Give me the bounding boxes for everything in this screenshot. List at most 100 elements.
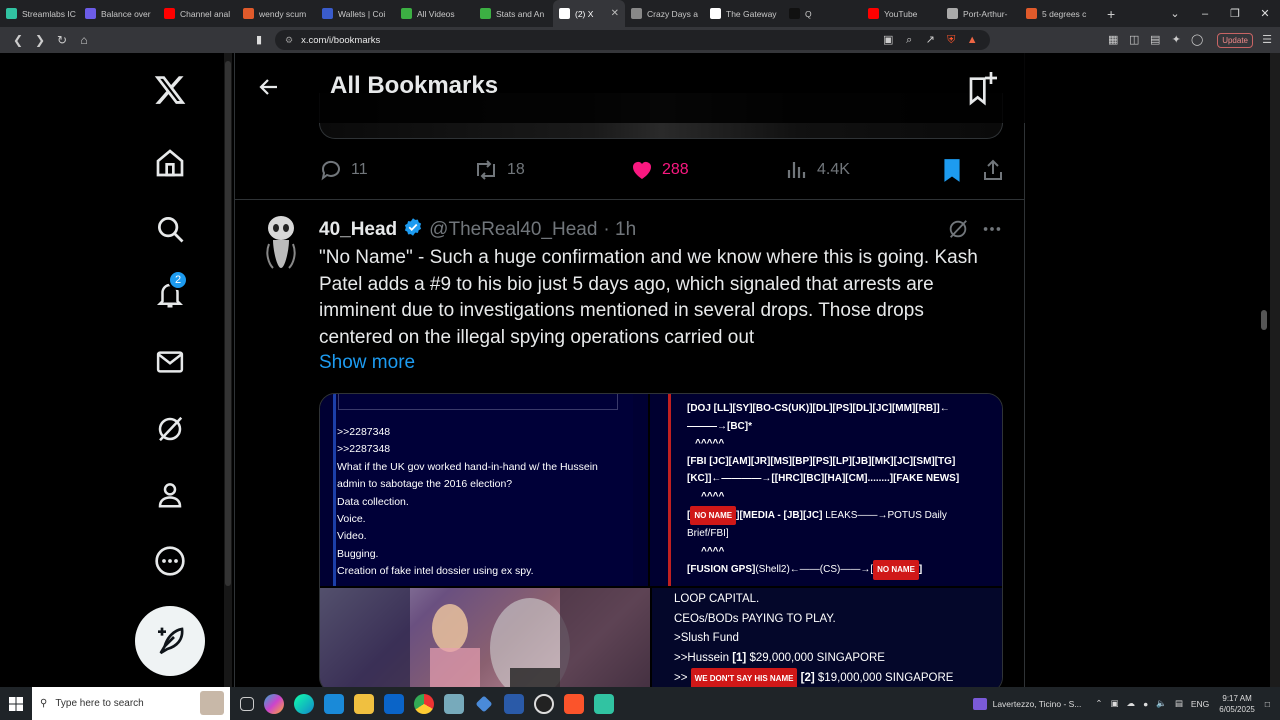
repost-button[interactable]: 18 xyxy=(473,158,525,182)
more-options-icon[interactable] xyxy=(150,541,190,581)
menu-icon[interactable]: ☰ xyxy=(1260,33,1274,47)
tray-cloud-icon[interactable]: ☁ xyxy=(1127,698,1136,709)
browser-tab[interactable]: Wallets | Coi xyxy=(316,0,395,27)
tweet[interactable]: 40_Head @TheReal40_Head · 1h "No Name" -… xyxy=(235,200,1025,687)
add-bookmark-folder-icon[interactable] xyxy=(967,70,999,111)
author-handle[interactable]: @TheReal40_Head xyxy=(429,219,597,241)
messages-mail-icon[interactable] xyxy=(150,342,190,382)
browser-tab[interactable]: (2) X ✕ xyxy=(553,0,625,27)
task-view-icon[interactable] xyxy=(240,696,254,711)
avatar[interactable] xyxy=(261,214,301,270)
word-icon[interactable] xyxy=(504,693,524,714)
tray-chevron-icon[interactable]: ⌃ xyxy=(1095,698,1102,709)
extensions-icon[interactable]: ▦ xyxy=(1106,33,1120,47)
tray-mic-icon[interactable]: ● xyxy=(1143,699,1148,709)
sidebar-toggle-icon[interactable]: ◫ xyxy=(1127,33,1141,47)
x-logo-icon[interactable] xyxy=(150,70,190,110)
browser-tab[interactable]: Stats and An xyxy=(474,0,553,27)
back-icon[interactable]: ❮ xyxy=(8,33,28,47)
notepad-icon[interactable] xyxy=(444,693,464,714)
bookmarked-button[interactable] xyxy=(941,157,963,183)
outlook-icon[interactable] xyxy=(384,693,404,714)
media-2-fragment: ][MEDIA - [JB][JC] xyxy=(736,509,823,521)
profile-icon[interactable] xyxy=(150,475,190,515)
left-scrollbar[interactable] xyxy=(224,53,232,687)
new-tab-icon[interactable]: + xyxy=(1099,6,1123,22)
page-scrollbar[interactable] xyxy=(1258,53,1270,687)
brave-rewards-icon[interactable]: ▲ xyxy=(965,33,979,47)
browser-tab[interactable]: Port-Arthur- xyxy=(941,0,1020,27)
back-arrow-icon[interactable] xyxy=(257,75,281,104)
language-indicator[interactable]: ENG xyxy=(1191,699,1209,709)
tab-close-icon[interactable]: ✕ xyxy=(607,8,619,19)
left-scrollbar-thumb[interactable] xyxy=(225,61,231,586)
file-explorer-icon[interactable] xyxy=(354,693,374,714)
forward-icon[interactable]: ❯ xyxy=(30,33,50,47)
browser-tab[interactable]: Balance over xyxy=(79,0,158,27)
streamlabs-icon[interactable] xyxy=(594,693,614,714)
reload-icon[interactable]: ↻ xyxy=(52,33,72,47)
explore-search-icon[interactable] xyxy=(150,209,190,249)
media-image-3-photo[interactable] xyxy=(320,588,650,687)
brave-icon[interactable] xyxy=(564,693,584,714)
media-4-fragment: >>Hussein xyxy=(674,651,733,664)
weather-text[interactable]: Lavertezzo, Ticino - S... xyxy=(993,699,1082,709)
browser-tab[interactable]: Crazy Days a xyxy=(625,0,704,27)
site-info-icon[interactable]: ⚙ xyxy=(285,35,293,46)
edge-icon[interactable] xyxy=(294,693,314,714)
cast-icon[interactable]: ▣ xyxy=(881,33,895,47)
share-button[interactable] xyxy=(981,158,1005,182)
tab-list-icon[interactable]: ⌄ xyxy=(1160,7,1190,20)
more-icon[interactable] xyxy=(981,218,1003,245)
speaker-icon[interactable]: 🔈 xyxy=(1156,698,1167,709)
media-2-line: [NO NAME][MEDIA - [JB][JC] LEAKS——→POTUS… xyxy=(687,505,987,526)
weather-icon[interactable] xyxy=(972,697,987,710)
tray-app-icon[interactable]: ▣ xyxy=(1111,698,1119,709)
home-icon[interactable]: ⌂ xyxy=(74,33,94,47)
app-icon[interactable] xyxy=(475,695,493,712)
browser-tab[interactable]: Streamlabs IC xyxy=(0,0,79,27)
browser-scrollbar[interactable] xyxy=(1270,53,1280,687)
like-button[interactable]: 288 xyxy=(630,158,689,182)
bookmark-page-icon[interactable]: ▮ xyxy=(256,33,266,46)
close-window-icon[interactable]: ✕ xyxy=(1250,7,1280,20)
browser-tab[interactable]: wendy scum xyxy=(237,0,316,27)
clock[interactable]: 9:17 AM 6/05/2025 xyxy=(1219,693,1255,715)
notifications-center-icon[interactable]: □ xyxy=(1265,699,1270,709)
grok-icon[interactable] xyxy=(150,409,190,449)
author-name[interactable]: 40_Head xyxy=(319,219,397,241)
maximize-icon[interactable]: ❐ xyxy=(1220,7,1250,20)
update-button[interactable]: Update xyxy=(1217,32,1253,48)
browser-tab[interactable]: 5 degrees c xyxy=(1020,0,1099,27)
browser-tab[interactable]: All Videos xyxy=(395,0,474,27)
page-scrollbar-thumb[interactable] xyxy=(1261,310,1267,330)
media-image-4[interactable]: LOOP CAPITAL. CEOs/BODs PAYING TO PLAY. … xyxy=(652,588,1002,687)
zoom-icon[interactable]: ⌕ xyxy=(902,33,916,47)
leo-icon[interactable]: ✦ xyxy=(1169,33,1183,47)
store-icon[interactable] xyxy=(324,693,344,714)
views-button[interactable]: 4.4K xyxy=(785,158,850,182)
minimize-icon[interactable]: – xyxy=(1190,8,1220,20)
browser-tab[interactable]: The Gateway xyxy=(704,0,783,27)
browser-tab[interactable]: Q xyxy=(783,0,862,27)
home-nav-icon[interactable] xyxy=(150,143,190,183)
vpn-icon[interactable]: ◯ xyxy=(1190,33,1204,47)
brave-shield-icon[interactable]: ⛨ xyxy=(944,33,958,47)
copilot-icon[interactable] xyxy=(264,693,284,714)
media-image-2[interactable]: [DOJ [LL][SY][BO-CS(UK)][DL][PS][DL][JC]… xyxy=(650,394,1002,586)
share-icon[interactable]: ↗ xyxy=(923,33,937,47)
wallet-icon[interactable]: ▤ xyxy=(1148,33,1162,47)
windows-start-icon[interactable] xyxy=(0,687,32,720)
tweet-time[interactable]: · 1h xyxy=(603,219,636,241)
taskbar-search[interactable]: ⚲ Type here to search xyxy=(32,687,230,720)
browser-tab[interactable]: Channel anal xyxy=(158,0,237,27)
media-image-1[interactable]: >>2287348 >>2287348 What if the UK gov wor… xyxy=(320,394,648,586)
network-icon[interactable]: ▤ xyxy=(1175,698,1183,709)
chrome-icon[interactable] xyxy=(414,693,434,714)
show-more-link[interactable]: Show more xyxy=(319,352,415,374)
compose-post-button[interactable] xyxy=(135,606,205,676)
browser-tab[interactable]: YouTube xyxy=(862,0,941,27)
obs-icon[interactable] xyxy=(534,693,554,714)
grok-explain-icon[interactable] xyxy=(947,218,969,245)
reply-button[interactable]: 11 xyxy=(319,158,368,182)
